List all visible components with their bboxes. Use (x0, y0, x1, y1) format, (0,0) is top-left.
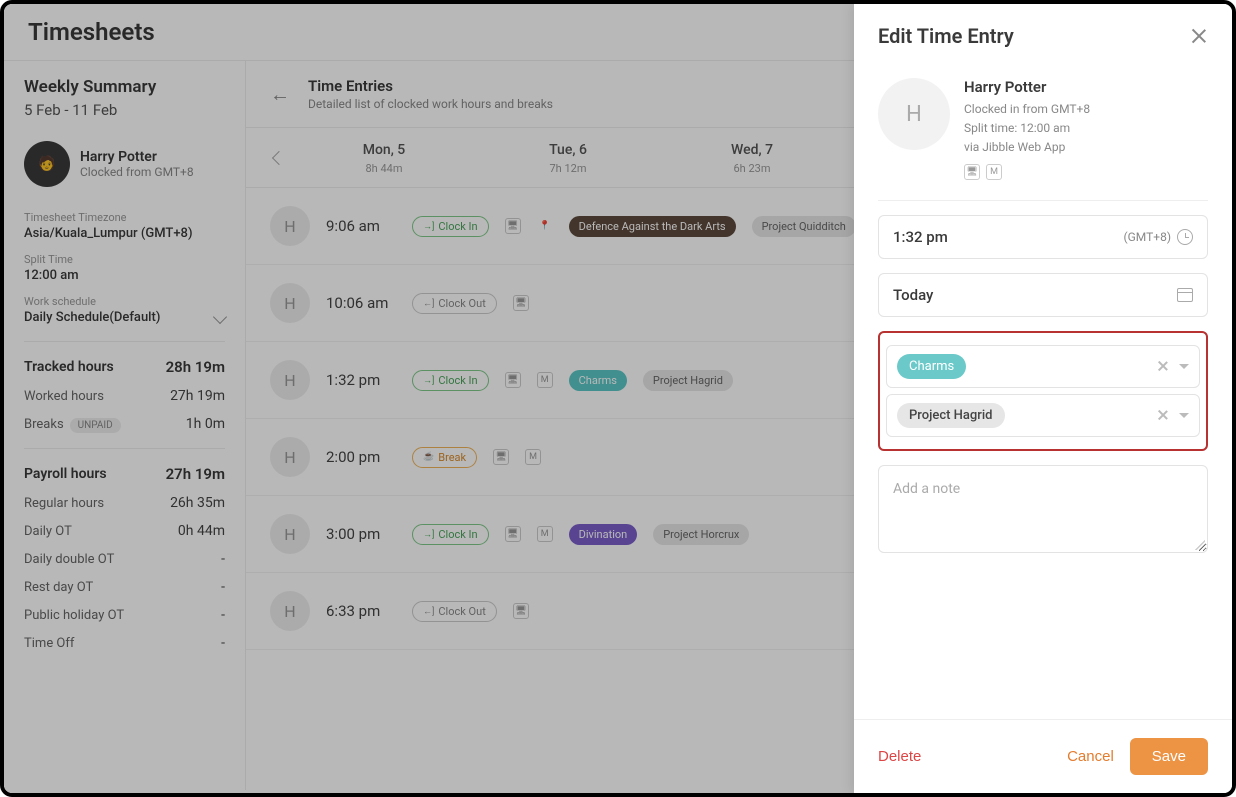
cancel-button[interactable]: Cancel (1067, 748, 1114, 765)
dropdown-icon[interactable] (1179, 413, 1189, 418)
time-input[interactable]: 1:32 pm (GMT+8) (878, 215, 1208, 259)
project-select[interactable]: Project Hagrid (886, 394, 1200, 437)
close-icon[interactable] (1190, 27, 1208, 45)
clear-project-icon[interactable] (1157, 409, 1169, 421)
panel-user-line1: Clocked in from GMT+8 (964, 100, 1090, 119)
activity-chip: Charms (897, 354, 966, 379)
panel-user-line2: Split time: 12:00 am (964, 119, 1090, 138)
device-icon: 🖥 (964, 164, 980, 180)
delete-button[interactable]: Delete (878, 748, 921, 765)
activity-project-highlight: Charms Project Hagrid (878, 331, 1208, 451)
panel-avatar: H (878, 78, 950, 150)
activity-select[interactable]: Charms (886, 345, 1200, 388)
edit-entry-panel: Edit Time Entry H Harry Potter Clocked i… (854, 4, 1232, 793)
save-button[interactable]: Save (1130, 738, 1208, 775)
date-input[interactable]: Today (878, 273, 1208, 317)
calendar-icon (1177, 288, 1193, 302)
dropdown-icon[interactable] (1179, 364, 1189, 369)
project-chip: Project Hagrid (897, 403, 1005, 428)
clock-icon (1177, 229, 1193, 245)
clear-activity-icon[interactable] (1157, 360, 1169, 372)
panel-user-name: Harry Potter (964, 78, 1090, 96)
m-badge-icon: M (986, 164, 1002, 180)
panel-user-line3: via Jibble Web App (964, 138, 1090, 157)
note-textarea[interactable]: Add a note (878, 465, 1208, 553)
panel-title: Edit Time Entry (878, 24, 1014, 48)
